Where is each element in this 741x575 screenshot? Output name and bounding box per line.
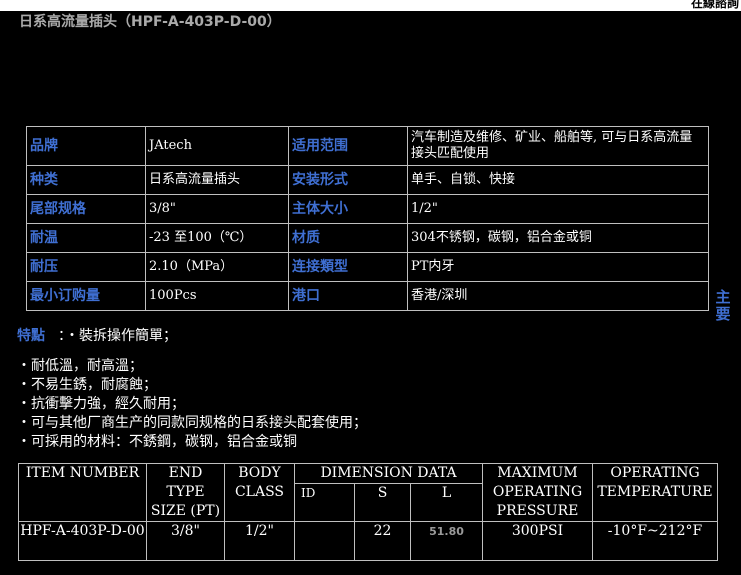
spec-key: 尾部规格: [26, 194, 146, 224]
spec-value: 香港/深圳: [407, 281, 709, 311]
spec-key: 材质: [288, 223, 408, 253]
header-l: L: [410, 483, 483, 522]
spec-value: -23 至100（℃）: [145, 223, 289, 253]
list-item: ・耐低溫，耐高溫；: [17, 358, 143, 374]
cell-l: 51.80: [410, 521, 483, 561]
list-item: ・不易生銹，耐腐蝕；: [17, 377, 157, 393]
cell-operating-temp: -10°F~212°F: [592, 521, 718, 561]
spec-key: 最小订购量: [26, 281, 146, 311]
list-item: ・抗衝擊力強，經久耐用；: [17, 396, 185, 412]
cell-item-number: HPF-A-403P-D-00: [18, 521, 147, 561]
dimension-table: ITEM NUMBER END TYPE SIZE (PT) BODY CLAS…: [18, 463, 718, 561]
table-row: 种类 日系高流量插头 安装形式 单手、自锁、快接: [26, 165, 709, 195]
cell-s: 22: [354, 521, 411, 561]
table-row: 尾部规格 3/8" 主体大小 1/2": [26, 194, 709, 224]
spec-value: JAtech: [145, 126, 289, 166]
table-row: 品牌 JAtech 适用范围 汽车制造及维修、矿业、船舶等, 可与日系高流量接头…: [26, 126, 709, 166]
spec-key: 安装形式: [288, 165, 408, 195]
cell-id: [294, 521, 355, 561]
spec-value: 100Pcs: [145, 281, 289, 311]
features-first-item: ：・裝拆操作簡單；: [58, 328, 177, 344]
cell-max-pressure: 300PSI: [482, 521, 593, 561]
spec-key: 港口: [288, 281, 408, 311]
top-bar: 在線諮詢: [0, 0, 741, 11]
table-header-row: ITEM NUMBER END TYPE SIZE (PT) BODY CLAS…: [18, 463, 718, 522]
table-row: 最小订购量 100Pcs 港口 香港/深圳: [26, 281, 709, 311]
table-row: HPF-A-403P-D-00 3/8" 1/2" 22 51.80 300PS…: [18, 521, 718, 561]
header-dimension-data: DIMENSION DATA: [294, 463, 483, 484]
list-item: ・可採用的材料：不銹鋼，碳钢，铝合金或铜: [17, 434, 297, 450]
list-item: ・可与其他厂商生产的同款同规格的日系接头配套使用；: [17, 415, 367, 431]
spec-key: 品牌: [26, 126, 146, 166]
side-tab-main[interactable]: 主要: [715, 289, 731, 323]
spec-value: 汽车制造及维修、矿业、船舶等, 可与日系高流量接头匹配使用: [407, 126, 709, 166]
header-s: S: [354, 483, 411, 522]
cell-body-class: 1/2": [224, 521, 295, 561]
online-consult-link[interactable]: 在線諮詢: [691, 0, 739, 11]
spec-value: 1/2": [407, 194, 709, 224]
header-operating-temp: OPERATING TEMPERATURE: [592, 463, 718, 522]
header-item-number: ITEM NUMBER: [18, 463, 147, 522]
spec-key: 适用范围: [288, 126, 408, 166]
spec-value: 日系高流量插头: [145, 165, 289, 195]
spec-value: 2.10（MPa）: [145, 252, 289, 282]
header-body-class: BODY CLASS: [224, 463, 295, 522]
spec-value: 单手、自锁、快接: [407, 165, 709, 195]
spec-value: PT内牙: [407, 252, 709, 282]
spec-value: 304不锈钢，碳钢，铝合金或铜: [407, 223, 709, 253]
cell-end-type-size: 3/8": [146, 521, 225, 561]
spec-key: 种类: [26, 165, 146, 195]
table-row: 耐温 -23 至100（℃） 材质 304不锈钢，碳钢，铝合金或铜: [26, 223, 709, 253]
features-list: ・耐低溫，耐高溫； ・不易生銹，耐腐蝕； ・抗衝擊力強，經久耐用； ・可与其他厂…: [17, 357, 367, 452]
spec-value: 3/8": [145, 194, 289, 224]
spec-key: 主体大小: [288, 194, 408, 224]
spec-table: 品牌 JAtech 适用范围 汽车制造及维修、矿业、船舶等, 可与日系高流量接头…: [26, 126, 709, 311]
features-label: 特點: [17, 328, 45, 344]
page-title: 日系高流量插头（HPF-A-403P-D-00）: [19, 14, 281, 30]
table-row: 耐压 2.10（MPa） 连接類型 PT内牙: [26, 252, 709, 282]
header-id: ID: [294, 483, 355, 522]
header-end-type-size: END TYPE SIZE (PT): [146, 463, 225, 522]
spec-key: 耐压: [26, 252, 146, 282]
spec-key: 耐温: [26, 223, 146, 253]
header-max-pressure: MAXIMUM OPERATING PRESSURE: [482, 463, 593, 522]
spec-key: 连接類型: [288, 252, 408, 282]
